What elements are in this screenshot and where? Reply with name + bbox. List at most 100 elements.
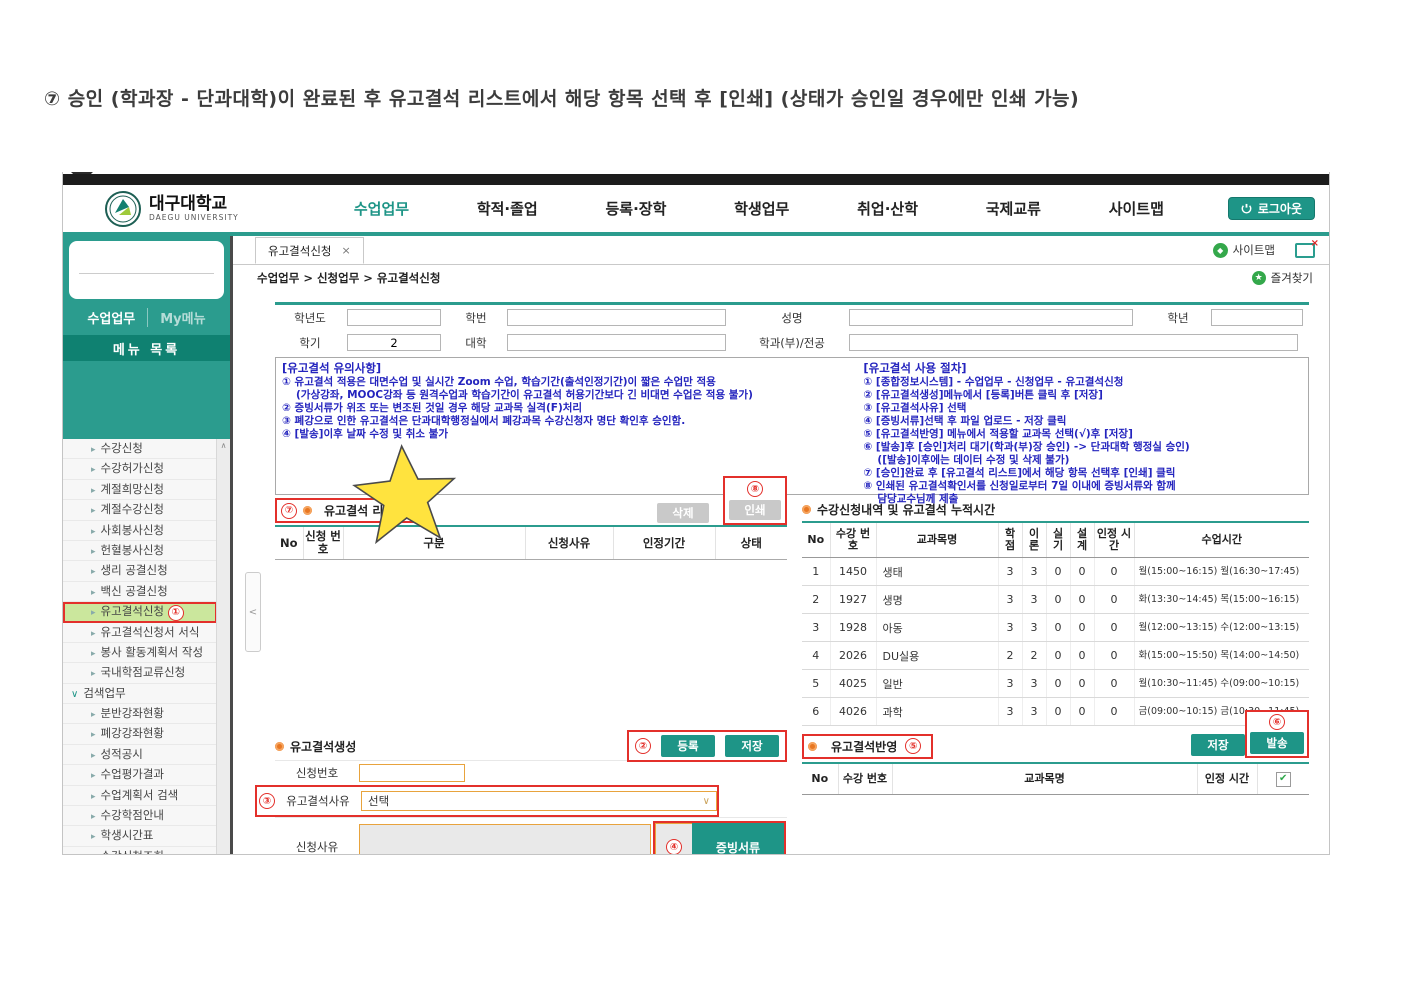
table-row[interactable]: 42026DU실용22000화(15:00~15:50) 목(14:00~14:… — [802, 642, 1309, 670]
sidebar-item-menstrual-absence[interactable]: ▸생리 공결신청 — [63, 561, 217, 581]
sidebar-item-credit-guide[interactable]: ▸수강학점안내 — [63, 806, 217, 826]
delete-button[interactable]: 삭제 — [657, 503, 709, 523]
tab-unavoidable-absence[interactable]: 유고결석신청 × — [255, 237, 364, 264]
sidebar-item-syllabus-search[interactable]: ▸수업계획서 검색 — [63, 786, 217, 806]
logo-text: 대구대학교 DAEGU UNIVERSITY — [149, 195, 239, 222]
triangle-icon: ▸ — [91, 832, 96, 842]
dept-input[interactable] — [849, 334, 1298, 351]
evidence-docs-button[interactable]: 증빙서류 — [692, 823, 784, 854]
sidebar-item-enrollment-lookup[interactable]: ▸수강신청조회 — [63, 847, 217, 854]
sidebar-group-search[interactable]: ∨검색업무 — [63, 684, 217, 704]
sitemap-label: 사이트맵 — [1233, 242, 1275, 258]
apply-save-button[interactable]: 저장 — [1191, 734, 1245, 756]
sidebar-item-social-service[interactable]: ▸사회봉사신청 — [63, 521, 217, 541]
nav-records-graduation[interactable]: 학적·졸업 — [477, 198, 538, 219]
tab-close-icon[interactable]: × — [341, 244, 350, 257]
col-no: No — [275, 526, 303, 560]
col-category: 구분 — [343, 526, 525, 560]
nav-classwork[interactable]: 수업업무 — [354, 198, 409, 219]
absence-list-empty-body — [275, 560, 787, 730]
chevron-down-icon: ∨ — [71, 689, 78, 700]
sidebar-item-course-apply[interactable]: ▸수강신청 — [63, 439, 217, 459]
grade-label: 학년 — [1147, 304, 1209, 331]
table-row[interactable]: 21927생명33000화(13:30~14:45) 목(15:00~16:15… — [802, 586, 1309, 614]
reason-annotation-box: ③ 유고결석사유 선택 ∨ — [255, 785, 719, 817]
sidebar-tab-classwork[interactable]: 수업업무 — [75, 308, 147, 327]
sidebar-item-unavoidable-absence[interactable]: ▸유고결석신청 ① — [63, 602, 217, 622]
top-black-bar — [63, 174, 1329, 185]
sidebar-item-service-plan[interactable]: ▸봉사 활동계획서 작성 — [63, 643, 217, 663]
sidebar-item-blood-donation[interactable]: ▸헌혈봉사신청 — [63, 541, 217, 561]
absence-list-header: ⑦ 유고결석 리스트 삭제 ⑧ 인쇄 — [275, 499, 787, 523]
nav-international[interactable]: 국제교류 — [986, 198, 1041, 219]
sidebar-scrollbar[interactable]: ∧ — [216, 439, 230, 854]
col-recognized: 인정 시간 — [1094, 522, 1134, 558]
save-button[interactable]: 저장 — [725, 735, 779, 757]
register-button[interactable]: 등록 — [661, 735, 715, 757]
col-period: 인정기간 — [613, 526, 715, 560]
sidebar-tab-mymenu[interactable]: My메뉴 — [147, 308, 217, 327]
create-form: 신청번호 ③ 유고결석사유 선택 ∨ — [275, 760, 787, 854]
nav-career-industry[interactable]: 취업·산학 — [857, 198, 918, 219]
favorite-button[interactable]: ★ 즐겨찾기 — [1252, 270, 1313, 286]
sidebar-item-vaccine-absence[interactable]: ▸백신 공결신청 — [63, 582, 217, 602]
notice-procedure: [유고결석 사용 절차] ① [종합정보시스템] - 수업업무 - 신청업무 -… — [863, 362, 1302, 490]
reason-label: 유고결석사유 — [279, 793, 357, 809]
sidebar-item-seasonal-hope[interactable]: ▸계절희망신청 — [63, 480, 217, 500]
absence-list-section: ⑦ 유고결석 리스트 삭제 ⑧ 인쇄 — [275, 499, 787, 730]
name-input[interactable] — [849, 309, 1133, 326]
courses-section: 수강신청내역 및 유고결석 누적시간 No 수강 번호 교과목명 학 점 이 론… — [802, 499, 1309, 726]
notice-line: ③ [유고결석사유] 선택 — [863, 402, 1302, 415]
detail-reason-label: 신청사유 — [275, 839, 359, 854]
attach-badge-cell: ④ — [655, 823, 692, 854]
detail-reason-textarea[interactable] — [359, 824, 651, 854]
sidebar-menu-list: ▸수강신청 ▸수강허가신청 ▸계절희망신청 ▸계절수강신청 ▸사회봉사신청 ▸헌… — [63, 439, 230, 854]
sitemap-link[interactable]: ◆ 사이트맵 — [1213, 242, 1275, 258]
nav-registration-scholarship[interactable]: 등록·장학 — [605, 198, 666, 219]
scroll-up-icon[interactable]: ∧ — [221, 441, 227, 450]
sidebar-item-seasonal-course[interactable]: ▸계절수강신청 — [63, 500, 217, 520]
nav-student-affairs[interactable]: 학생업무 — [734, 198, 789, 219]
table-row[interactable]: 54025일반33000월(10:30~11:45) 수(09:00~10:15… — [802, 670, 1309, 698]
triangle-icon: ▸ — [91, 547, 96, 557]
table-row[interactable]: 11450생태33000월(15:00~16:15) 월(16:30~17:45… — [802, 558, 1309, 586]
notice-line: ① [종합정보시스템] - 수업업무 - 신청업무 - 유고결석신청 — [863, 376, 1302, 389]
sidebar-item-section-status[interactable]: ▸분반강좌현황 — [63, 704, 217, 724]
studentno-label: 학번 — [447, 304, 505, 331]
sidebar-item-course-permission[interactable]: ▸수강허가신청 — [63, 459, 217, 479]
table-row[interactable]: 64026과학33000금(09:00~10:15) 금(10:30~11:45… — [802, 698, 1309, 726]
login-box-divider — [79, 273, 214, 274]
grade-input[interactable] — [1211, 309, 1303, 326]
reason-select[interactable]: 선택 ∨ — [361, 791, 717, 811]
sidebar-item-domestic-credit-exchange[interactable]: ▸국내학점교류신청 — [63, 663, 217, 683]
notice-line: ② [유고결석생성]메뉴에서 [등록]버튼 클릭 후 [저장] — [863, 389, 1302, 402]
sidebar-item-class-evaluation[interactable]: ▸수업평가결과 — [63, 765, 217, 785]
college-input[interactable] — [507, 334, 726, 351]
notice-box: [유고결석 유의사항] ① 유고결석 적용은 대면수업 및 실시간 Zoom 수… — [275, 357, 1309, 495]
nav-sitemap[interactable]: 사이트맵 — [1109, 198, 1164, 219]
triangle-icon: ▸ — [91, 486, 96, 496]
sidebar-item-grade-announcement[interactable]: ▸성적공시 — [63, 745, 217, 765]
table-row[interactable]: 31928아동33000월(12:00~13:15) 수(12:00~13:15… — [802, 614, 1309, 642]
sidebar-item-absence-form[interactable]: ▸유고결석신청서 서식 — [63, 623, 217, 643]
studentno-input[interactable] — [507, 309, 726, 326]
sidebar-item-cancelled-course-status[interactable]: ▸폐강강좌현황 — [63, 724, 217, 744]
triangle-icon: ▸ — [91, 445, 96, 455]
sidebar-item-student-timetable[interactable]: ▸학생시간표 — [63, 826, 217, 846]
menu-list-header: 메뉴 목록 — [63, 335, 230, 361]
logo-title: 대구대학교 — [149, 195, 239, 213]
year-input[interactable] — [347, 309, 441, 326]
apply-title-box: 유고결석반영 ⑤ — [802, 734, 933, 759]
tab-label: 유고결석신청 — [268, 243, 331, 259]
logo-subtitle: DAEGU UNIVERSITY — [149, 213, 239, 222]
apply-no-input[interactable] — [359, 764, 465, 782]
semester-input[interactable] — [347, 334, 441, 351]
select-all-checkbox[interactable]: ✔ — [1276, 772, 1291, 787]
logout-button[interactable]: 로그아웃 — [1228, 197, 1315, 220]
send-button[interactable]: 발송 — [1250, 732, 1304, 754]
courses-table: No 수강 번호 교과목명 학 점 이 론 실 기 설 계 인정 시간 수업시간 — [802, 521, 1309, 726]
sidebar-collapse-handle[interactable]: < — [245, 572, 261, 652]
triangle-icon: ▸ — [91, 588, 96, 598]
close-all-windows-icon[interactable]: × — [1295, 243, 1315, 258]
print-button[interactable]: 인쇄 — [729, 500, 781, 520]
